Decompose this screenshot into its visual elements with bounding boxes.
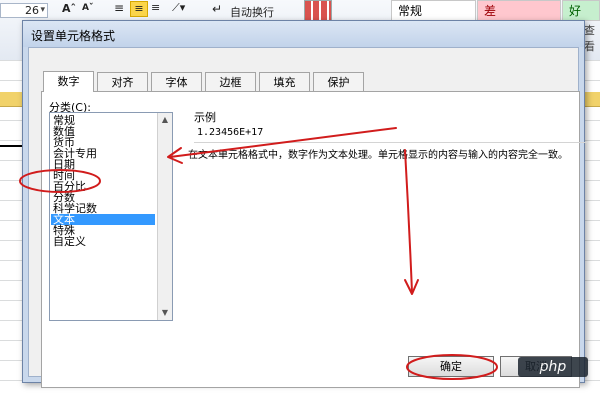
cell-border [0, 145, 22, 147]
sample-value: 1.23456E+17 [197, 127, 264, 138]
style-bad[interactable]: 差 [477, 0, 561, 21]
format-cells-dialog: 设置单元格格式 数字 对齐 字体 边框 填充 保护 分类(C): 常规 数值 货… [22, 20, 587, 388]
tab-border[interactable]: 边框 [205, 72, 256, 91]
number-tab-panel: 分类(C): 常规 数值 货币 会计专用 日期 时间 百分比 分数 科学记数 文… [41, 91, 587, 388]
tab-protection[interactable]: 保护 [313, 72, 364, 91]
dialog-body: 数字 对齐 字体 边框 填充 保护 分类(C): 常规 数值 货币 会计专用 日… [28, 47, 587, 388]
text-orientation-icon[interactable]: ⟋▾ [172, 1, 185, 15]
view-label: 查看 [584, 24, 595, 53]
wrap-text-button[interactable]: 自动换行 [230, 4, 274, 20]
tab-alignment[interactable]: 对齐 [97, 72, 148, 91]
category-list[interactable]: 常规 数值 货币 会计专用 日期 时间 百分比 分数 科学记数 文本 特殊 自定… [49, 112, 173, 321]
watermark-text: php [539, 359, 567, 375]
font-size-select[interactable]: 26 [0, 3, 48, 18]
align-center-icon[interactable]: ≡ [130, 1, 148, 17]
align-right-icon[interactable]: ≡ [151, 1, 160, 14]
dialog-titlebar[interactable]: 设置单元格格式 [23, 21, 584, 47]
scroll-down-icon[interactable]: ▼ [158, 306, 172, 320]
ok-button[interactable]: 确定 [408, 356, 494, 377]
align-left-icon[interactable]: ≡ [114, 1, 124, 15]
category-item[interactable]: 自定义 [51, 236, 155, 247]
wrap-text-icon: ↵ [212, 2, 223, 16]
scroll-up-icon[interactable]: ▲ [158, 113, 172, 127]
style-normal[interactable]: 常规 [391, 0, 476, 21]
watermark-logo: php [518, 357, 588, 377]
tab-font[interactable]: 字体 [151, 72, 202, 91]
category-scrollbar[interactable]: ▲ ▼ [157, 113, 172, 320]
tab-number[interactable]: 数字 [43, 71, 94, 92]
dialog-title: 设置单元格格式 [31, 29, 116, 43]
sample-label: 示例 [194, 111, 216, 124]
format-description: 在文本单元格格式中，数字作为文本处理。单元格显示的内容与输入的内容完全一致。 [188, 150, 568, 161]
grow-font-button[interactable]: Aˆ [62, 2, 76, 15]
style-good[interactable]: 好 [562, 0, 600, 21]
tab-fill[interactable]: 填充 [259, 72, 310, 91]
shrink-font-button[interactable]: Aˇ [82, 3, 93, 13]
sample-box: 1.23456E+17 [194, 124, 587, 143]
